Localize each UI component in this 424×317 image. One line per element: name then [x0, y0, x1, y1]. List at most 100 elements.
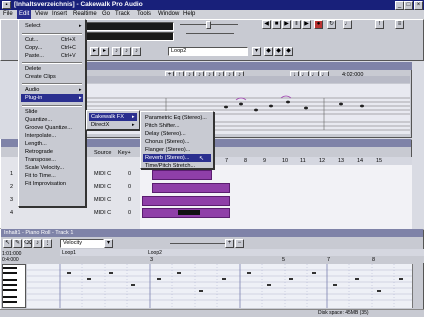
track-key[interactable]: 0	[128, 184, 131, 190]
options-button[interactable]: ≡	[395, 20, 404, 29]
track-source[interactable]: MIDI C	[94, 210, 111, 216]
menu-item-delete[interactable]: Delete	[25, 66, 41, 72]
menu-go[interactable]: Go	[102, 10, 110, 19]
piano-ruler[interactable]	[60, 256, 424, 263]
menu-item-parametric-eq[interactable]: Parametric Eq (Stereo)...	[145, 115, 207, 121]
menu-item-delay[interactable]: Delay (Stereo)...	[145, 131, 186, 137]
clip[interactable]	[152, 183, 230, 193]
track-toolbar-button-3[interactable]: ♪	[112, 47, 121, 56]
loop-button[interactable]: ↻	[327, 20, 336, 29]
piano-zoom-button-1[interactable]: +	[225, 239, 234, 248]
close-button[interactable]: ×	[414, 1, 423, 10]
clip[interactable]	[142, 196, 230, 206]
mouse-pointer-icon: ↖	[199, 156, 205, 162]
menu-separator	[22, 62, 82, 64]
marker-button-1[interactable]: ◆	[264, 47, 273, 56]
menu-item-select[interactable]: Select	[25, 23, 41, 29]
track-toolbar-button-4[interactable]: ♪	[122, 47, 131, 56]
menu-item-flanger[interactable]: Flanger (Stereo)...	[145, 147, 190, 153]
menu-window[interactable]: Window	[158, 10, 179, 19]
piano-erase-tool[interactable]: ⌫	[23, 239, 32, 248]
track-toolbar-button-1[interactable]: ▸	[90, 47, 99, 56]
menu-item-quantize[interactable]: Quantize...	[25, 117, 52, 123]
piano-keyboard[interactable]	[2, 264, 26, 308]
menu-view[interactable]: View	[35, 10, 48, 19]
marker-field[interactable]: Loop2	[168, 47, 248, 56]
menu-item-cakewalk-fx[interactable]: Cakewalk FX	[91, 114, 124, 120]
piano-vertical-scrollbar[interactable]	[412, 264, 420, 308]
menu-insert[interactable]: Insert	[52, 10, 67, 19]
play-button[interactable]: ▶	[282, 20, 291, 29]
ruler-label: 7	[327, 257, 331, 263]
track-toolbar-button-5[interactable]: ♪	[132, 47, 141, 56]
menu-item-interpolate[interactable]: Interpolate...	[25, 133, 56, 139]
menu-item-chorus[interactable]: Chorus (Stereo)...	[145, 139, 189, 145]
track-key[interactable]: 0	[128, 210, 131, 216]
menu-help[interactable]: Help	[183, 10, 195, 19]
track-source[interactable]: MIDI C	[94, 184, 111, 190]
menu-item-time-pitch-stretch[interactable]: Time/Pitch Stretch...	[145, 163, 195, 169]
menu-item-reverb[interactable]: Reverb (Stereo)...	[145, 155, 189, 161]
menu-item-copy[interactable]: Copy...	[25, 45, 42, 51]
menu-item-audio[interactable]: Audio	[25, 87, 39, 93]
piano-select-tool[interactable]: ↖	[3, 239, 12, 248]
piano-scrub-tool[interactable]: ♪	[33, 239, 42, 248]
menu-item-fit-improvisation[interactable]: Fit Improvisation	[25, 181, 66, 187]
marker-button-3[interactable]: ◆	[284, 47, 293, 56]
metronome-button[interactable]: ♩	[343, 20, 352, 29]
track-source[interactable]: MIDI C	[94, 171, 111, 177]
panic-button[interactable]: !	[375, 20, 384, 29]
track-source[interactable]: MIDI C	[94, 197, 111, 203]
menu-item-paste[interactable]: Paste...	[25, 53, 44, 59]
position-slider-thumb[interactable]	[206, 21, 211, 29]
maximize-button[interactable]: □	[404, 1, 413, 10]
pause-button[interactable]: ‖	[292, 20, 301, 29]
menu-track[interactable]: Track	[115, 10, 130, 19]
fast-forward-button[interactable]: ▶	[302, 20, 311, 29]
menu-item-plugin[interactable]: Plug-in	[25, 95, 42, 101]
menu-item-cut[interactable]: Cut...	[25, 37, 38, 43]
piano-draw-tool[interactable]: ✎	[13, 239, 22, 248]
piano-snap-tool[interactable]: ⋮	[43, 239, 52, 248]
piano-zoom-slider[interactable]	[170, 243, 225, 244]
rewind-button[interactable]: ◀	[262, 20, 271, 29]
track-key[interactable]: 0	[128, 171, 131, 177]
controller-select[interactable]: Velocity	[60, 239, 104, 248]
clip[interactable]	[152, 170, 212, 180]
menu-realtime[interactable]: Realtime	[73, 10, 97, 19]
marker-button-2[interactable]: ◆	[274, 47, 283, 56]
column-key[interactable]: Key+	[118, 150, 131, 156]
marker-dropdown-button[interactable]: ▾	[252, 47, 261, 56]
menu-file[interactable]: File	[3, 10, 13, 19]
controller-dropdown-button[interactable]: ▾	[104, 239, 113, 248]
menu-item-directx[interactable]: DirectX	[91, 122, 109, 128]
menu-item-slide[interactable]: Slide	[25, 109, 37, 115]
smpte-display	[84, 32, 174, 41]
menu-item-pitch-shifter[interactable]: Pitch Shifter...	[145, 123, 180, 129]
menu-separator	[22, 105, 82, 107]
minimize-button[interactable]: _	[395, 1, 404, 10]
menu-item-fit-to-time[interactable]: Fit to Time...	[25, 173, 56, 179]
menu-item-groove-quantize[interactable]: Groove Quantize...	[25, 125, 72, 131]
column-source[interactable]: Source	[94, 150, 111, 156]
menu-edit[interactable]: Edit	[17, 10, 32, 19]
menu-item-transpose[interactable]: Transpose...	[25, 157, 56, 163]
track-toolbar-button-2[interactable]: ▸	[100, 47, 109, 56]
stop-button[interactable]: ■	[272, 20, 281, 29]
piano-note-grid[interactable]	[27, 264, 412, 308]
record-button[interactable]: ●	[314, 20, 323, 29]
zoom-slider-track[interactable]	[186, 33, 234, 34]
menu-item-length[interactable]: Length...	[25, 141, 47, 147]
track-key[interactable]: 0	[128, 197, 131, 203]
menu-item-scale-velocity[interactable]: Scale Velocity...	[25, 165, 64, 171]
app-icon[interactable]: ▪	[2, 1, 11, 9]
menu-item-retrograde[interactable]: Retrograde	[25, 149, 53, 155]
menu-item-create-clips[interactable]: Create Clips	[25, 74, 56, 80]
menu-tools[interactable]: Tools	[137, 10, 151, 19]
staff-ruler[interactable]	[66, 76, 410, 83]
piano-zoom-button-2[interactable]: −	[235, 239, 244, 248]
clip-selection[interactable]	[178, 210, 200, 215]
piano-marker-bar[interactable]	[60, 249, 424, 256]
ruler-label: 15	[376, 158, 383, 164]
time-display	[84, 22, 174, 31]
